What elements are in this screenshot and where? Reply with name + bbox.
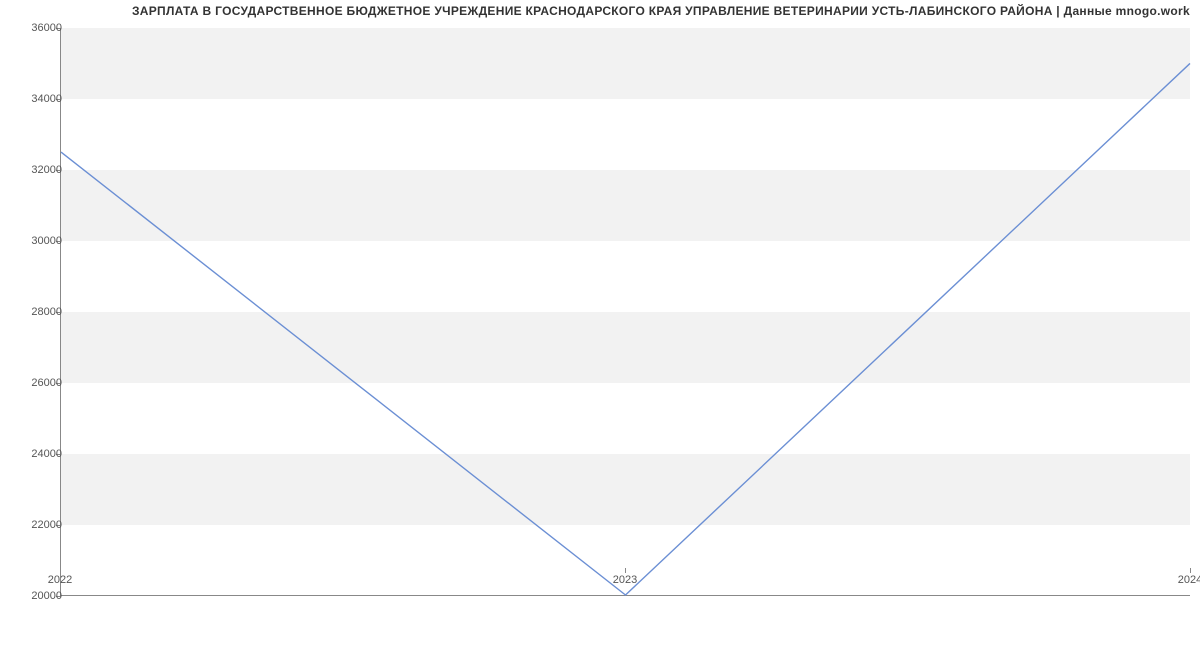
series-line <box>61 63 1190 595</box>
y-tick-label: 24000 <box>31 448 62 460</box>
y-tick-label: 36000 <box>31 22 62 34</box>
x-tick-label: 2024 <box>1178 574 1200 586</box>
y-tick-label: 28000 <box>31 306 62 318</box>
y-tick-label: 34000 <box>31 93 62 105</box>
x-tick-mark <box>625 568 626 573</box>
x-tick-label: 2023 <box>613 574 637 586</box>
line-svg <box>61 28 1190 595</box>
y-tick-label: 20000 <box>31 590 62 602</box>
x-tick-mark <box>1190 568 1191 573</box>
chart-container <box>60 28 1190 596</box>
x-tick-label: 2022 <box>48 574 72 586</box>
chart-title: ЗАРПЛАТА В ГОСУДАРСТВЕННОЕ БЮДЖЕТНОЕ УЧР… <box>0 0 1200 18</box>
y-tick-label: 22000 <box>31 519 62 531</box>
y-tick-label: 30000 <box>31 235 62 247</box>
y-tick-label: 32000 <box>31 164 62 176</box>
y-tick-label: 26000 <box>31 377 62 389</box>
plot-area <box>60 28 1190 596</box>
x-tick-mark <box>60 568 61 573</box>
